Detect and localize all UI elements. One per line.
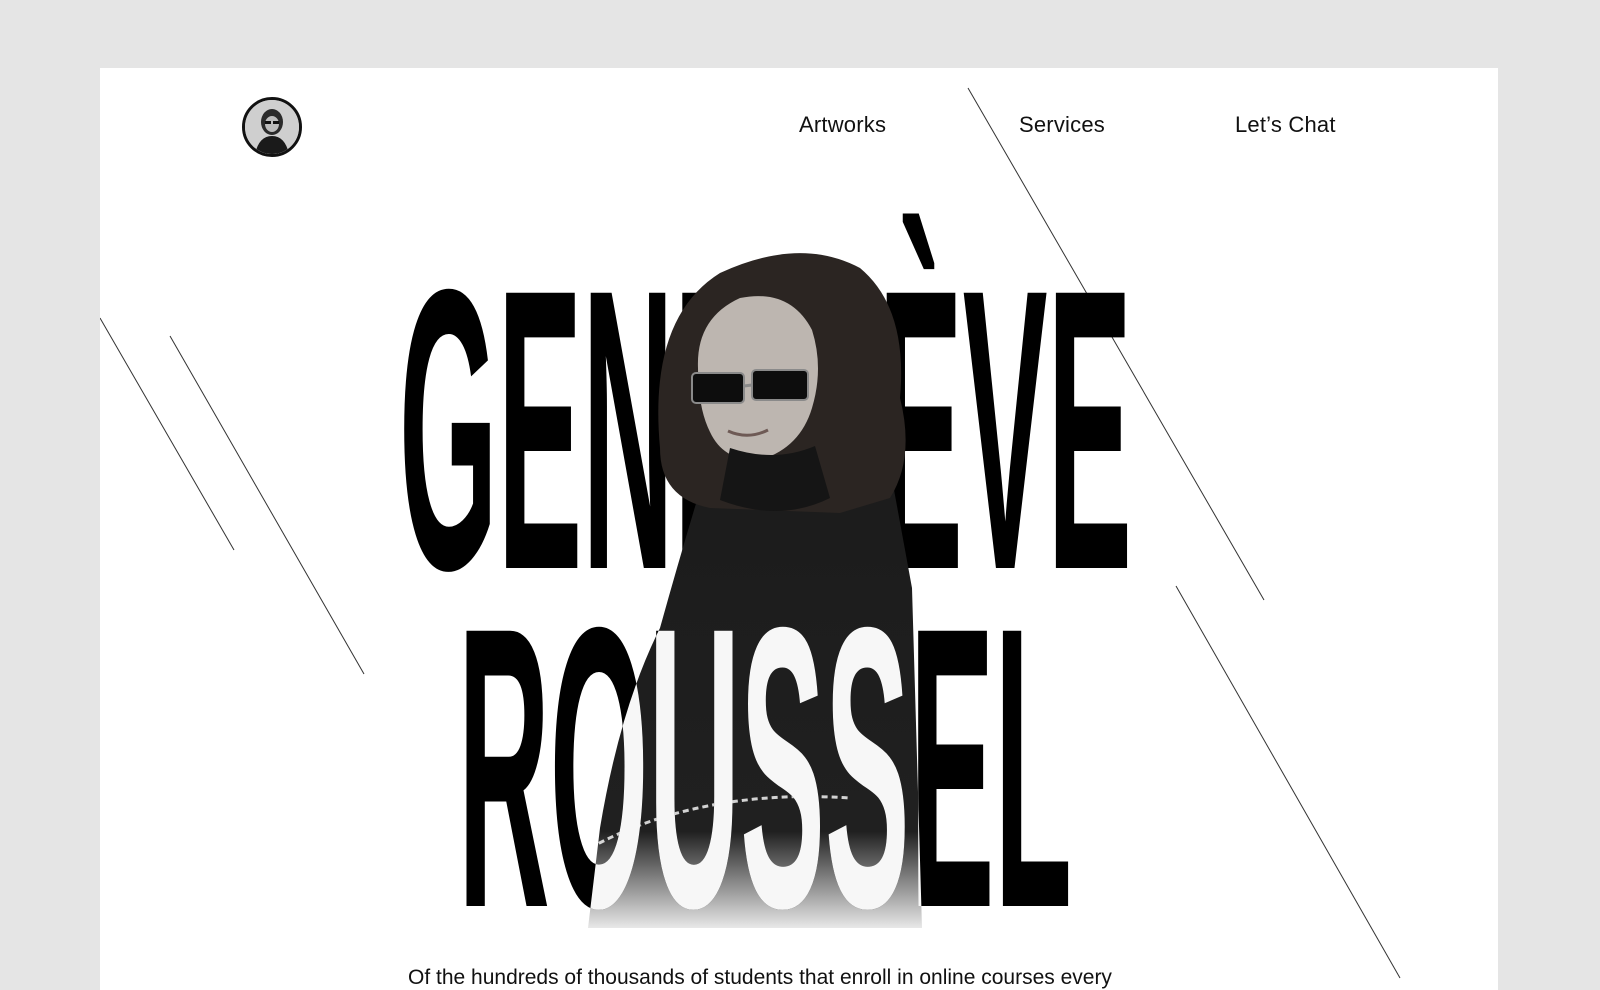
hero-card: Artworks Services Let’s Chat GENEVIÈVE (100, 68, 1498, 990)
hero-name-graphic: GENEVIÈVE ROUSSEL ROUSSEL (399, 206, 1132, 990)
hero-tagline: Of the hundreds of thousands of students… (408, 966, 1112, 989)
portrait-turtleneck (720, 446, 830, 512)
